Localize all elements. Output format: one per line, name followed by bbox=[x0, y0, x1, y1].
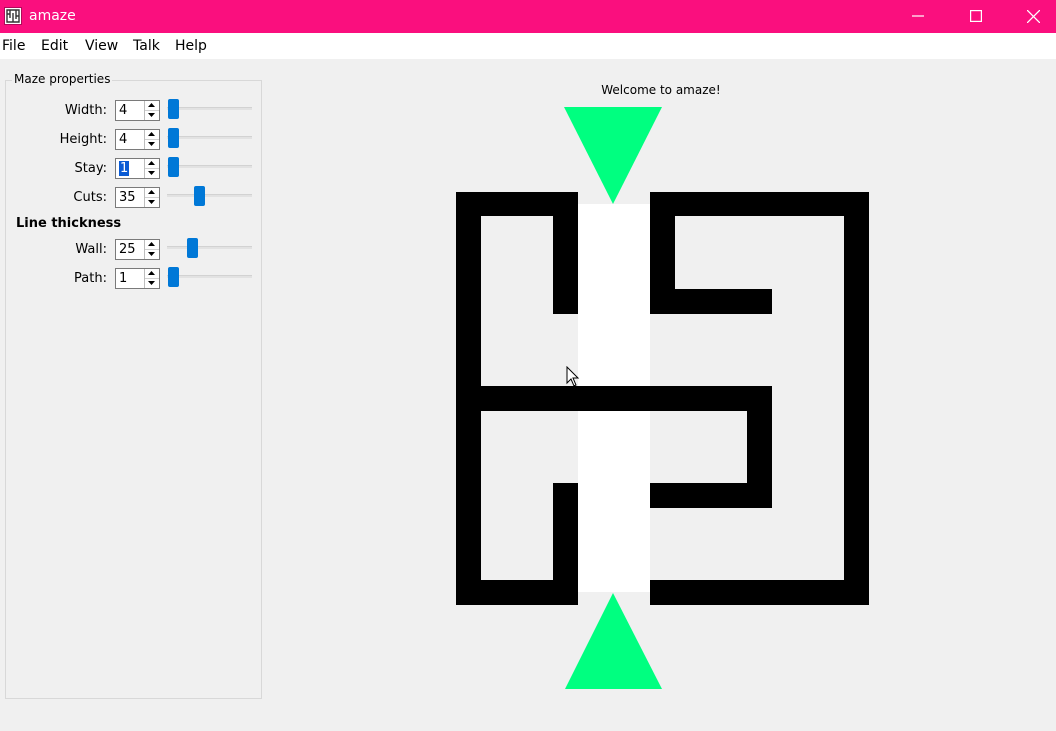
stay-slider-thumb[interactable] bbox=[168, 157, 179, 177]
wall-slider-thumb[interactable] bbox=[186, 238, 198, 258]
close-button[interactable] bbox=[1010, 0, 1056, 33]
welcome-message: Welcome to amaze! bbox=[601, 83, 721, 97]
minimize-icon bbox=[912, 15, 924, 17]
path-slider-thumb[interactable] bbox=[168, 267, 179, 287]
window-title: amaze bbox=[29, 8, 76, 24]
height-spinner-buttons bbox=[144, 130, 159, 149]
arrow-up-icon bbox=[148, 190, 155, 194]
stay-label: Stay: bbox=[74, 161, 107, 176]
wall-decrement-button[interactable] bbox=[145, 250, 159, 259]
stay-spinner-buttons bbox=[144, 159, 159, 178]
cuts-slider[interactable] bbox=[167, 186, 252, 206]
arrow-up-icon bbox=[148, 103, 155, 107]
width-value[interactable]: 4 bbox=[119, 103, 127, 118]
cuts-slider-thumb[interactable] bbox=[194, 186, 206, 206]
stay-increment-button[interactable] bbox=[145, 159, 159, 169]
arrow-down-icon bbox=[148, 281, 155, 285]
width-slider[interactable] bbox=[167, 99, 252, 119]
width-spinner-buttons bbox=[144, 101, 159, 120]
menu-file[interactable]: File bbox=[2, 38, 25, 55]
line-thickness-heading: Line thickness bbox=[16, 216, 122, 231]
close-icon bbox=[1027, 10, 1040, 23]
cuts-value[interactable]: 35 bbox=[119, 190, 136, 205]
slider-track bbox=[167, 136, 252, 139]
width-slider-thumb[interactable] bbox=[168, 99, 179, 119]
cuts-spinner[interactable]: 35 bbox=[115, 187, 160, 208]
stay-spinner[interactable]: 1 bbox=[115, 158, 160, 179]
wall-spinner[interactable]: 25 bbox=[115, 239, 160, 260]
path-spinner-buttons bbox=[144, 269, 159, 288]
cuts-spinner-buttons bbox=[144, 188, 159, 207]
wall-value[interactable]: 25 bbox=[119, 242, 136, 257]
maze-app-icon bbox=[4, 7, 22, 25]
menu-view[interactable]: View bbox=[85, 38, 118, 55]
menu-edit[interactable]: Edit bbox=[41, 38, 68, 55]
height-increment-button[interactable] bbox=[145, 130, 159, 140]
title-bar: amaze bbox=[0, 0, 1056, 33]
maximize-icon bbox=[970, 10, 982, 22]
exit-arrow bbox=[565, 593, 662, 689]
slider-track bbox=[167, 165, 252, 168]
menu-talk[interactable]: Talk bbox=[133, 38, 160, 55]
arrow-down-icon bbox=[148, 200, 155, 204]
height-slider[interactable] bbox=[167, 128, 252, 148]
path-label: Path: bbox=[74, 271, 107, 286]
cuts-increment-button[interactable] bbox=[145, 188, 159, 198]
path-slider[interactable] bbox=[167, 267, 252, 287]
panel-title: Maze properties bbox=[12, 72, 113, 86]
arrow-up-icon bbox=[148, 271, 155, 275]
path-spinner[interactable]: 1 bbox=[115, 268, 160, 289]
height-decrement-button[interactable] bbox=[145, 140, 159, 149]
slider-track bbox=[167, 246, 252, 249]
wall-slider[interactable] bbox=[167, 238, 252, 258]
arrow-down-icon bbox=[148, 252, 155, 256]
path-increment-button[interactable] bbox=[145, 269, 159, 279]
arrow-up-icon bbox=[148, 132, 155, 136]
minimize-button[interactable] bbox=[895, 0, 941, 33]
stay-value[interactable]: 1 bbox=[119, 161, 130, 176]
maze-canvas[interactable] bbox=[440, 100, 880, 700]
arrow-down-icon bbox=[148, 171, 155, 175]
slider-track bbox=[167, 107, 252, 110]
path-value[interactable]: 1 bbox=[119, 271, 127, 286]
width-label: Width: bbox=[64, 103, 107, 118]
cuts-label: Cuts: bbox=[73, 190, 107, 205]
stay-slider[interactable] bbox=[167, 157, 252, 177]
width-spinner[interactable]: 4 bbox=[115, 100, 160, 121]
menu-bar: File Edit View Talk Help bbox=[0, 33, 1056, 59]
wall-increment-button[interactable] bbox=[145, 240, 159, 250]
arrow-down-icon bbox=[148, 113, 155, 117]
height-spinner[interactable]: 4 bbox=[115, 129, 160, 150]
wall-label: Wall: bbox=[75, 242, 107, 257]
maximize-button[interactable] bbox=[953, 0, 999, 33]
entrance-arrow bbox=[564, 107, 662, 204]
arrow-up-icon bbox=[148, 242, 155, 246]
width-increment-button[interactable] bbox=[145, 101, 159, 111]
slider-track bbox=[167, 275, 252, 278]
path-decrement-button[interactable] bbox=[145, 279, 159, 288]
height-slider-thumb[interactable] bbox=[168, 128, 179, 148]
wall-spinner-buttons bbox=[144, 240, 159, 259]
cuts-decrement-button[interactable] bbox=[145, 198, 159, 207]
width-decrement-button[interactable] bbox=[145, 111, 159, 120]
height-value[interactable]: 4 bbox=[119, 132, 127, 147]
height-label: Height: bbox=[59, 132, 107, 147]
stay-decrement-button[interactable] bbox=[145, 169, 159, 178]
slider-track bbox=[167, 194, 252, 197]
mouse-pointer-icon bbox=[566, 366, 580, 387]
menu-help[interactable]: Help bbox=[175, 38, 207, 55]
arrow-up-icon bbox=[148, 161, 155, 165]
arrow-down-icon bbox=[148, 142, 155, 146]
